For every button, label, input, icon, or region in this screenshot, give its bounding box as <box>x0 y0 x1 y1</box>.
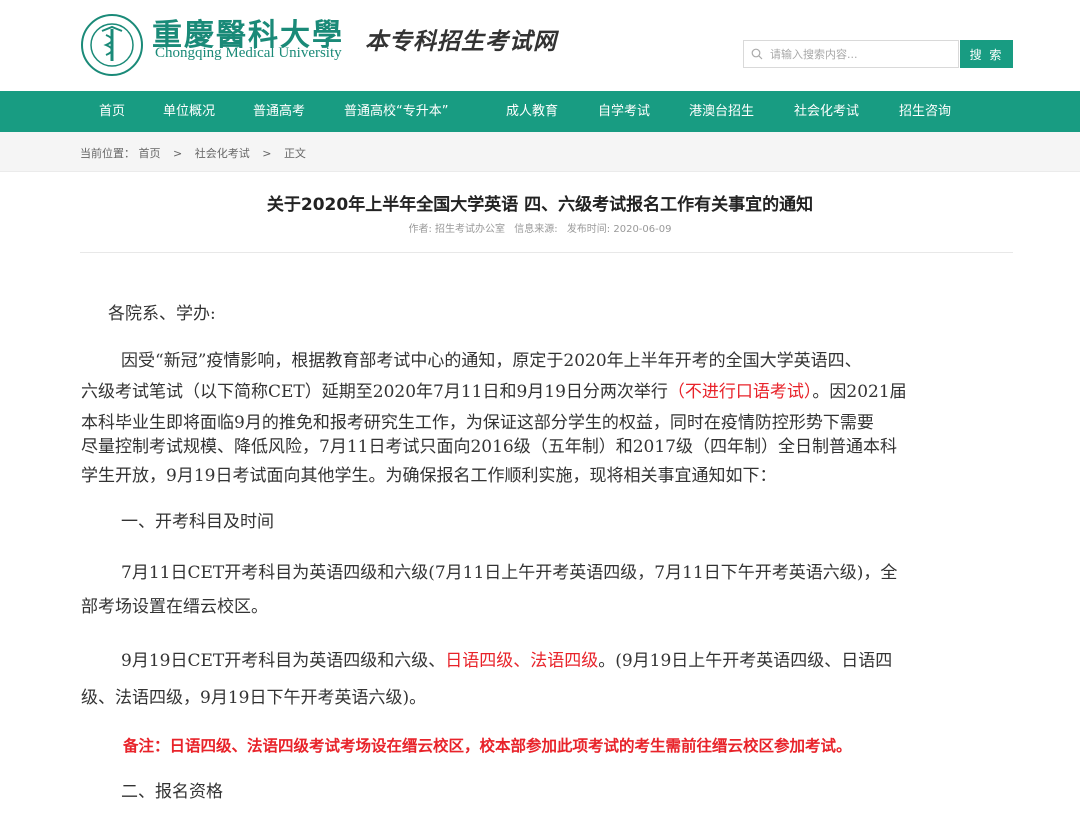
article-greeting: 各院系、学办: <box>108 304 216 324</box>
nav-item-self-study-exam[interactable]: 自学考试 <box>598 91 650 132</box>
article-highlight-text: （不进行口语考试） <box>667 382 813 402</box>
nav-item-admission-consult[interactable]: 招生咨询 <box>899 91 951 132</box>
site-header: 重慶醫科大學 Chongqing Medical University 本专科招… <box>0 0 1080 91</box>
article-text: 。因2021届 <box>812 382 907 402</box>
breadcrumb-prefix: 当前位置： <box>80 147 135 160</box>
breadcrumb: 当前位置： 首页 > 社会化考试 > 正文 <box>80 145 306 161</box>
nav-item-overview[interactable]: 单位概况 <box>163 91 215 132</box>
article-text: 六级考试笔试（以下简称CET）延期至2020年7月11日和9月19日分两次举行 <box>81 382 668 402</box>
article-paragraph-line: 六级考试笔试（以下简称CET）延期至2020年7月11日和9月19日分两次举行（… <box>81 377 1011 407</box>
article-text: 。(9月19日上午开考英语四级、日语四 <box>598 651 893 671</box>
article-text: 9月19日CET开考科目为英语四级和六级、 <box>121 651 446 671</box>
article-paragraph-line: 尽量控制考试规模、降低风险，7月11日考试只面向2016级（五年制）和2017级… <box>81 437 897 457</box>
title-divider <box>80 252 1013 253</box>
nav-item-hk-macau-taiwan[interactable]: 港澳台招生 <box>689 91 754 132</box>
article-paragraph-line: 7月11日CET开考科目为英语四级和六级(7月11日上午开考英语四级，7月11日… <box>121 563 898 583</box>
logo-english-name[interactable]: Chongqing Medical University <box>155 45 342 62</box>
breadcrumb-separator: > <box>173 147 183 160</box>
article-paragraph-line: 级、法语四级，9月19日下午开考英语六级)。 <box>81 688 427 708</box>
breadcrumb-separator: > <box>262 147 272 160</box>
article-date: 发布时间: 2020-06-09 <box>566 224 672 235</box>
breadcrumb-bar: 当前位置： 首页 > 社会化考试 > 正文 <box>0 132 1080 172</box>
breadcrumb-home[interactable]: 首页 <box>139 145 161 161</box>
nav-item-adult-education[interactable]: 成人教育 <box>506 91 558 132</box>
search-input[interactable] <box>770 42 950 66</box>
nav-item-social-exams[interactable]: 社会化考试 <box>794 91 859 132</box>
breadcrumb-social-exams[interactable]: 社会化考试 <box>195 145 250 161</box>
article-paragraph-line: 学生开放，9月19日考试面向其他学生。为确保报名工作顺利实施，现将相关事宜通知如… <box>81 466 777 486</box>
article-meta: 作者: 招生考试办公室 信息来源: 发布时间: 2020-06-09 <box>0 220 1080 235</box>
article-title: 关于2020年上半年全国大学英语 四、六级考试报名工作有关事宜的通知 <box>266 195 814 215</box>
search-button[interactable]: 搜 索 <box>960 40 1013 68</box>
article-paragraph-line: 9月19日CET开考科目为英语四级和六级、日语四级、法语四级。(9月19日上午开… <box>121 646 1021 676</box>
article-highlight-text: 日语四级、法语四级 <box>445 651 599 671</box>
search-icon <box>744 41 770 67</box>
article-source: 信息来源: <box>514 224 558 235</box>
article-paragraph-line: 因受“新冠”疫情影响，根据教育部考试中心的通知，原定于2020年上半年开考的全国… <box>121 351 862 371</box>
nav-item-gaokao[interactable]: 普通高考 <box>253 91 305 132</box>
article-paragraph-line: 部考场设置在缙云校区。 <box>81 597 268 617</box>
section-heading: 一、开考科目及时间 <box>121 512 274 532</box>
site-subtitle: 本专科招生考试网 <box>365 28 557 55</box>
main-nav: 首页 单位概况 普通高考 普通高校“专升本” 成人教育 自学考试 港澳台招生 社… <box>0 91 1080 132</box>
university-emblem-icon[interactable] <box>80 13 144 77</box>
section-heading: 二、报名资格 <box>121 782 223 802</box>
article-note: 备注：日语四级、法语四级考试考场设在缙云校区，校本部参加此项考试的考生需前往缙云… <box>123 736 852 755</box>
nav-item-home[interactable]: 首页 <box>99 91 125 132</box>
breadcrumb-current: 正文 <box>283 147 306 160</box>
nav-item-zhuanshengben[interactable]: 普通高校“专升本” <box>344 91 448 132</box>
search-box <box>743 40 959 68</box>
article-author: 作者: 招生考试办公室 <box>408 224 506 235</box>
